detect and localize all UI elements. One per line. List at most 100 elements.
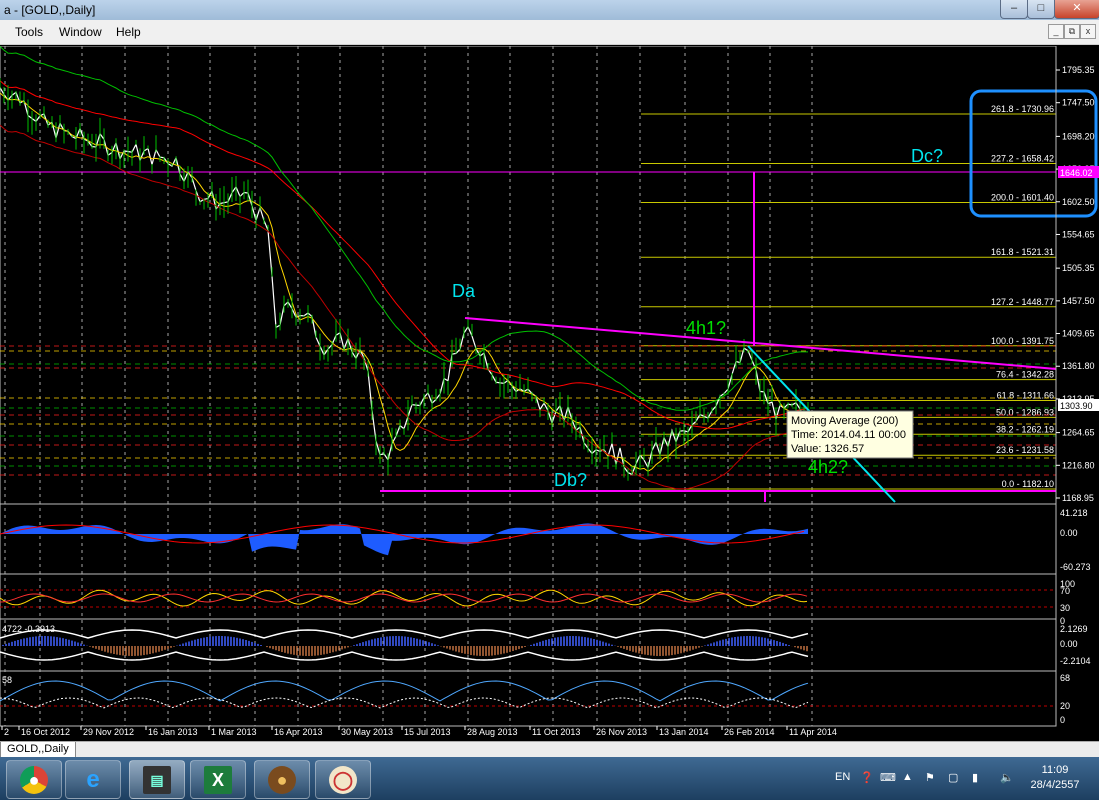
- language-indicator[interactable]: EN: [835, 771, 850, 783]
- date-label-7: 15 Jul 2013: [404, 727, 451, 737]
- date-label-9: 11 Oct 2013: [532, 727, 580, 737]
- price-label-9: 1361.80: [1062, 361, 1095, 371]
- help-icon[interactable]: ❓: [860, 771, 874, 784]
- date-label-6: 30 May 2013: [341, 727, 393, 737]
- fib-label-9: 38.2 - 1262.19: [996, 424, 1054, 434]
- line-price-text: 1646.02: [1060, 168, 1093, 178]
- fib-label-8: 50.0 - 1286.93: [996, 407, 1054, 417]
- minimize-button[interactable]: –: [1000, 0, 1028, 19]
- taskbar-excel-button[interactable]: X: [190, 760, 246, 799]
- internet-explorer-icon: e: [86, 766, 100, 793]
- price-label-2: 1698.20: [1062, 131, 1095, 141]
- macd-zero: 0.00: [1060, 528, 1078, 538]
- rsi-70: 70: [1060, 586, 1070, 596]
- title-bar: a - [GOLD,,Daily] – □ ✕: [0, 0, 1099, 20]
- mdi-close-button[interactable]: x: [1080, 24, 1096, 39]
- mdi-minimize-button[interactable]: _: [1048, 24, 1064, 39]
- fib-label-7: 61.8 - 1311.66: [997, 390, 1054, 400]
- label-4h2: 4h2?: [808, 457, 848, 477]
- date-label-13: 11 Apr 2014: [789, 727, 837, 737]
- taskbar-paint-button[interactable]: ◯: [315, 760, 371, 799]
- tab-gold-daily[interactable]: GOLD,,Daily: [0, 742, 76, 758]
- flag-icon[interactable]: ⚑: [925, 771, 935, 784]
- menu-help[interactable]: Help: [116, 25, 141, 39]
- close-button[interactable]: ✕: [1054, 0, 1099, 19]
- label-dc: Dc?: [911, 146, 943, 166]
- media-icon: ●: [268, 766, 296, 794]
- price-label-12: 1216.80: [1062, 460, 1095, 470]
- adx-top: 68: [1060, 673, 1070, 683]
- price-label-8: 1409.65: [1062, 329, 1095, 339]
- taskbar-chrome-button[interactable]: ●: [6, 760, 62, 799]
- price-label-4: 1602.50: [1062, 197, 1095, 207]
- window-title: a - [GOLD,,Daily]: [4, 3, 96, 17]
- chrome-icon: ●: [20, 766, 48, 794]
- label-4h1: 4h1?: [686, 318, 726, 338]
- date-label-3: 16 Jan 2013: [148, 727, 198, 737]
- price-label-1: 1747.50: [1062, 98, 1095, 108]
- oscillator-top: 2.1269: [1060, 624, 1088, 634]
- fib-label-5: 100.0 - 1391.75: [991, 336, 1054, 346]
- taskbar-ie-button[interactable]: e: [65, 760, 121, 799]
- oscillator-bottom: -2.2104: [1060, 656, 1091, 666]
- tooltip-value: Value: 1326.57: [791, 443, 864, 455]
- adx-20: 20: [1060, 701, 1070, 711]
- clock-date: 28/4/2557: [1030, 779, 1080, 791]
- adx-label: 58: [2, 675, 12, 685]
- date-label-0: 2: [4, 727, 9, 737]
- keyboard-icon[interactable]: ⌨: [880, 771, 896, 784]
- oscillator-zero: 0.00: [1060, 639, 1078, 649]
- excel-icon: X: [204, 766, 232, 794]
- macd-top: 41.218: [1060, 508, 1088, 518]
- menu-bar: Tools Window Help _ ⧉ x: [0, 20, 1099, 45]
- price-label-13: 1168.95: [1062, 493, 1094, 503]
- taskbar-media-button[interactable]: ●: [254, 760, 310, 799]
- tooltip-title: Moving Average (200): [791, 415, 898, 427]
- fib-label-2: 200.0 - 1601.40: [991, 193, 1054, 203]
- show-hidden-icons[interactable]: ▲: [902, 771, 913, 783]
- chart-tab-bar: GOLD,,Daily: [0, 741, 1099, 758]
- maximize-button[interactable]: □: [1027, 0, 1055, 19]
- price-label-5: 1554.65: [1062, 229, 1095, 239]
- tooltip-time: Time: 2014.04.11 00:00: [791, 429, 906, 441]
- fib-label-11: 0.0 - 1182.10: [1002, 479, 1054, 489]
- price-chart[interactable]: 261.8 - 1730.96 227.2 - 1658.42 200.0 - 16…: [0, 46, 1099, 741]
- volume-icon[interactable]: 🔈: [1000, 771, 1014, 784]
- price-label-6: 1505.35: [1062, 263, 1095, 273]
- fib-label-10: 23.6 - 1231.58: [996, 445, 1054, 455]
- paint-icon: ◯: [329, 766, 357, 794]
- menu-window[interactable]: Window: [59, 25, 102, 39]
- label-db: Db?: [554, 470, 587, 490]
- price-label-11: 1264.65: [1062, 428, 1095, 438]
- clock-time: 11:09: [1041, 764, 1069, 776]
- price-label-0: 1795.35: [1062, 65, 1095, 75]
- adx-bottom: 0: [1060, 715, 1065, 725]
- date-label-12: 26 Feb 2014: [724, 727, 775, 737]
- moving-average-tooltip: Moving Average (200) Time: 2014.04.11 00…: [786, 410, 914, 459]
- date-label-1: 16 Oct 2012: [21, 727, 70, 737]
- label-da: Da: [452, 281, 476, 301]
- metatrader-icon: ▤: [143, 766, 171, 794]
- current-price-label: 1303.90: [1058, 399, 1099, 411]
- fib-label-6: 76.4 - 1342.28: [996, 370, 1054, 380]
- fib-label-1: 227.2 - 1658.42: [991, 154, 1054, 164]
- taskbar-metatrader-button[interactable]: ▤: [129, 760, 185, 799]
- taskbar: ● e ▤ X ● ◯ EN ❓ ⌨ ▲ ⚑ ▢ ▮ 🔈 11:09 28/4/…: [0, 757, 1099, 800]
- network-icon[interactable]: ▮: [972, 771, 978, 784]
- line-price-label: 1646.02: [1058, 166, 1099, 178]
- monitor-icon[interactable]: ▢: [948, 771, 958, 784]
- date-label-10: 26 Nov 2013: [596, 727, 647, 737]
- date-label-4: 1 Mar 2013: [211, 727, 257, 737]
- macd-bottom: -60.273: [1060, 562, 1091, 572]
- clock[interactable]: 11:09 28/4/2557: [1030, 763, 1080, 793]
- date-label-5: 16 Apr 2013: [274, 727, 323, 737]
- fib-label-3: 161.8 - 1521.31: [991, 247, 1054, 257]
- mdi-restore-button[interactable]: ⧉: [1064, 24, 1080, 39]
- date-label-8: 28 Aug 2013: [467, 727, 518, 737]
- fib-label-0: 261.8 - 1730.96: [991, 104, 1054, 114]
- rsi-30: 30: [1060, 603, 1070, 613]
- menu-tools[interactable]: Tools: [15, 25, 43, 39]
- fib-label-4: 127.2 - 1448.77: [991, 297, 1054, 307]
- price-label-7: 1457.50: [1062, 296, 1095, 306]
- oscillator-label: 4722 -0.3913: [2, 624, 55, 634]
